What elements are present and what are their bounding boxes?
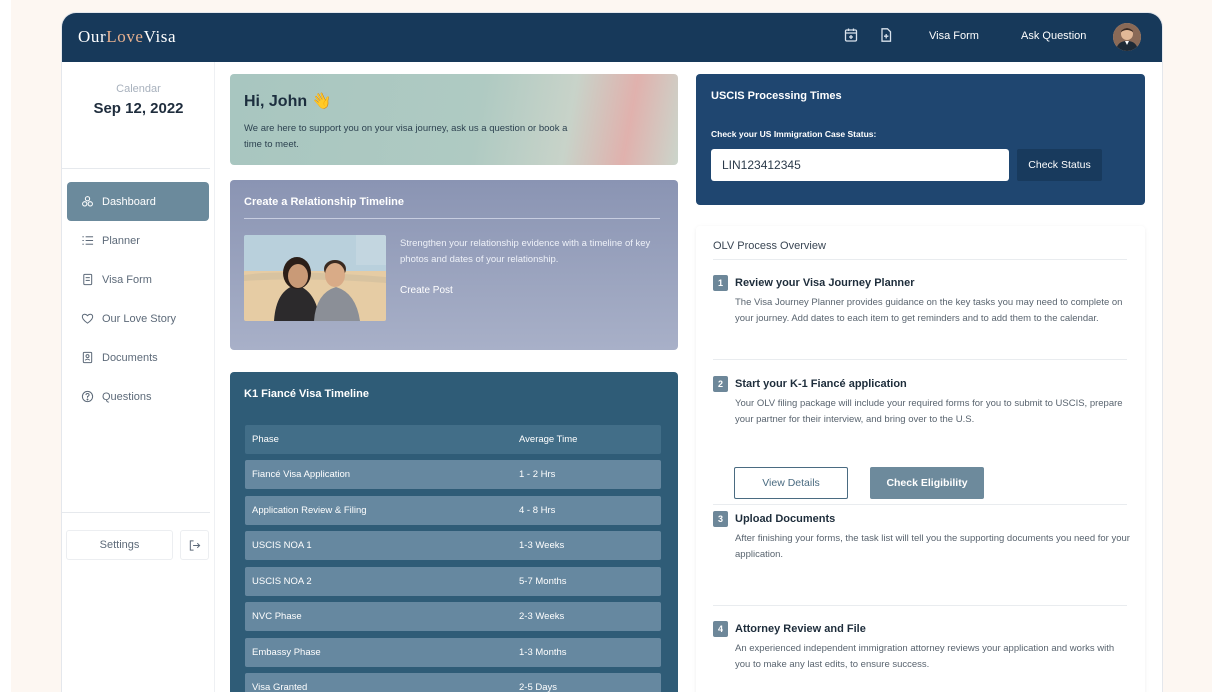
column-header-average-time: Average Time — [519, 434, 578, 445]
question-icon — [81, 390, 94, 403]
k1-timeline-title: K1 Fiancé Visa Timeline — [244, 388, 369, 400]
table-row: Visa Granted 2-5 Days — [245, 673, 661, 692]
settings-button[interactable]: Settings — [66, 530, 173, 560]
sidebar-item-label: Visa Form — [102, 273, 152, 286]
time-cell: 2-3 Weeks — [519, 611, 565, 622]
step-number: 2 — [713, 376, 728, 392]
phase-cell: USCIS NOA 2 — [252, 576, 312, 587]
greeting-title: Hi, John 👋 — [244, 93, 332, 110]
heart-icon — [81, 313, 94, 324]
column-header-phase: Phase — [252, 434, 279, 445]
step-text: After finishing your forms, the task lis… — [735, 533, 1130, 560]
app-window: OurLoveVisa Visa Form Ask Question Calen… — [62, 13, 1162, 692]
documents-icon — [82, 351, 93, 364]
view-details-button[interactable]: View Details — [734, 467, 848, 499]
sidebar-divider — [62, 512, 210, 513]
sidebar-item-planner[interactable]: Planner — [67, 221, 209, 260]
table-row: Embassy Phase 1-3 Months — [245, 638, 661, 667]
phase-cell: Fiancé Visa Application — [252, 469, 351, 480]
sidebar-item-label: Dashboard — [102, 195, 156, 208]
form-icon — [83, 273, 93, 286]
check-eligibility-button[interactable]: Check Eligibility — [870, 467, 984, 499]
list-icon — [82, 236, 94, 245]
calendar-label: Calendar — [116, 83, 161, 95]
sidebar-item-label: Documents — [102, 351, 158, 364]
step-title[interactable]: Start your K-1 Fiancé application — [735, 378, 907, 390]
table-row: Fiancé Visa Application 1 - 2 Hrs — [245, 460, 661, 489]
step-number: 1 — [713, 275, 728, 291]
olv-title: OLV Process Overview — [713, 240, 826, 252]
relationship-timeline-card: Create a Relationship Timeline Strengthe… — [230, 180, 678, 350]
logo-accent: Love — [106, 27, 144, 46]
calendar-date[interactable]: Sep 12, 2022 — [62, 100, 215, 117]
timeline-card-title: Create a Relationship Timeline — [244, 196, 404, 208]
sidebar-item-label: Questions — [102, 390, 152, 403]
case-number-input[interactable] — [711, 149, 1009, 181]
logo[interactable]: OurLoveVisa — [78, 27, 176, 47]
uscis-processing-card: USCIS Processing Times Check your US Imm… — [696, 74, 1145, 205]
k1-timeline-card: K1 Fiancé Visa Timeline Phase Average Ti… — [230, 372, 678, 692]
sidebar-item-questions[interactable]: Questions — [67, 377, 209, 416]
timeline-card-divider — [244, 218, 660, 219]
dashboard-icon — [82, 196, 93, 207]
sidebar-item-documents[interactable]: Documents — [67, 338, 209, 377]
document-add-icon[interactable] — [878, 27, 894, 43]
create-post-link[interactable]: Create Post — [400, 285, 453, 296]
table-row: NVC Phase 2-3 Weeks — [245, 602, 661, 631]
time-cell: 5-7 Months — [519, 576, 567, 587]
visa-form-link[interactable]: Visa Form — [929, 30, 979, 42]
table-row: USCIS NOA 1 1-3 Weeks — [245, 531, 661, 560]
olv-divider — [713, 359, 1127, 360]
phase-cell: Application Review & Filing — [252, 505, 367, 516]
step-title[interactable]: Attorney Review and File — [735, 623, 866, 635]
step-number: 4 — [713, 621, 728, 637]
left-edge — [0, 0, 11, 692]
table-header: Phase Average Time — [245, 425, 661, 454]
logo-suffix: Visa — [143, 27, 177, 46]
olv-process-overview: OLV Process Overview 1 Review your Visa … — [696, 226, 1145, 692]
avatar[interactable] — [1113, 23, 1141, 51]
top-bar: OurLoveVisa Visa Form Ask Question — [62, 13, 1162, 62]
phase-cell: Visa Granted — [252, 682, 308, 692]
step-title[interactable]: Upload Documents — [735, 513, 835, 525]
sidebar-divider — [62, 168, 210, 169]
sidebar-item-label: Our Love Story — [102, 312, 176, 325]
uscis-title: USCIS Processing Times — [711, 90, 842, 102]
right-edge — [1212, 0, 1231, 692]
greeting-text: We are here to support you on your visa … — [244, 123, 568, 150]
calendar-add-icon[interactable] — [843, 27, 859, 43]
case-status-label: Check your US Immigration Case Status: — [711, 129, 877, 139]
sidebar-item-label: Planner — [102, 234, 140, 247]
step-text: The Visa Journey Planner provides guidan… — [735, 297, 1123, 324]
olv-divider — [713, 605, 1127, 606]
step-text: An experienced independent immigration a… — [735, 643, 1115, 670]
time-cell: 4 - 8 Hrs — [519, 505, 556, 516]
sidebar-item-our-love-story[interactable]: Our Love Story — [67, 299, 209, 338]
time-cell: 2-5 Days — [519, 682, 558, 692]
step-text: Your OLV filing package will include you… — [735, 398, 1123, 425]
check-status-button[interactable]: Check Status — [1017, 149, 1102, 181]
time-cell: 1-3 Weeks — [519, 540, 565, 551]
step-number: 3 — [713, 511, 728, 527]
time-cell: 1 - 2 Hrs — [519, 469, 556, 480]
phase-cell: NVC Phase — [252, 611, 302, 622]
greeting-card: Hi, John 👋 We are here to support you on… — [230, 74, 678, 165]
time-cell: 1-3 Months — [519, 647, 567, 658]
logout-icon — [189, 539, 201, 551]
sidebar: Calendar Sep 12, 2022 Dashboard Planner … — [62, 62, 215, 692]
timeline-card-text: Strengthen your relationship evidence wi… — [400, 238, 651, 265]
olv-divider — [713, 504, 1127, 505]
logo-prefix: Our — [78, 27, 107, 46]
table-row: Application Review & Filing 4 - 8 Hrs — [245, 496, 661, 525]
sidebar-item-visa-form[interactable]: Visa Form — [67, 260, 209, 299]
sidebar-item-dashboard[interactable]: Dashboard — [67, 182, 209, 221]
phase-cell: Embassy Phase — [252, 647, 321, 658]
step-title[interactable]: Review your Visa Journey Planner — [735, 277, 915, 289]
ask-question-link[interactable]: Ask Question — [1021, 30, 1086, 42]
couple-photo — [244, 235, 386, 321]
olv-divider — [713, 259, 1127, 260]
table-row: USCIS NOA 2 5-7 Months — [245, 567, 661, 596]
logout-button[interactable] — [180, 530, 209, 560]
phase-cell: USCIS NOA 1 — [252, 540, 312, 551]
